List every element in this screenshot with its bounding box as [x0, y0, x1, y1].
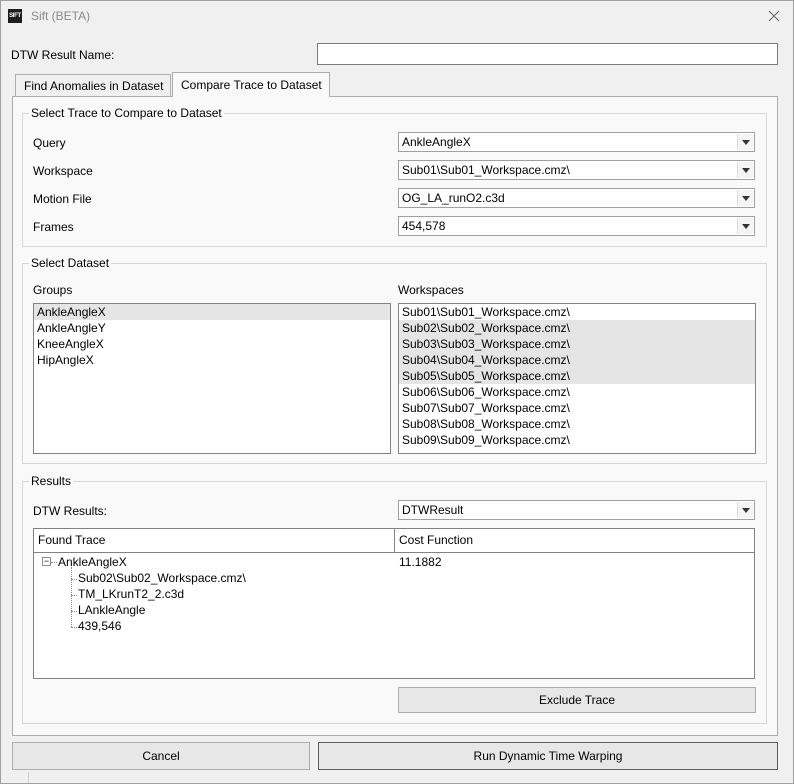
tree-connector — [71, 627, 77, 628]
tree-connector — [71, 595, 77, 596]
chevron-down-icon — [737, 134, 753, 150]
list-item[interactable]: Sub01\Sub01_Workspace.cmz\ — [399, 304, 755, 320]
tab-find-anomalies[interactable]: Find Anomalies in Dataset — [15, 74, 171, 96]
workspaces-listbox[interactable]: Sub01\Sub01_Workspace.cmz\ Sub02\Sub02_W… — [398, 303, 756, 454]
query-dropdown[interactable]: AnkleAngleX — [398, 132, 755, 152]
result-name-label: DTW Result Name: — [11, 48, 115, 62]
workspaces-label: Workspaces — [398, 283, 464, 297]
chevron-down-icon — [737, 218, 753, 234]
tree-child[interactable]: Sub02\Sub02_Workspace.cmz\ — [78, 570, 246, 586]
tree-child[interactable]: 439,546 — [78, 618, 121, 634]
close-icon — [768, 10, 780, 22]
collapse-icon[interactable]: − — [42, 557, 51, 566]
list-item[interactable]: Sub09\Sub09_Workspace.cmz\ — [399, 432, 755, 448]
tree-connector — [51, 562, 57, 563]
app-logo-icon: SIFT — [8, 9, 22, 23]
cancel-button[interactable]: Cancel — [12, 742, 310, 770]
frames-value: 454,578 — [402, 219, 446, 233]
groups-listbox[interactable]: AnkleAngleX AnkleAngleY KneeAngleX HipAn… — [33, 303, 391, 454]
dtw-results-value: DTWResult — [402, 503, 464, 517]
workspace-value: Sub01\Sub01_Workspace.cmz\ — [402, 163, 570, 177]
tab-compare-trace[interactable]: Compare Trace to Dataset — [172, 72, 330, 97]
motion-file-dropdown[interactable]: OG_LA_runO2.c3d — [398, 188, 755, 208]
close-button[interactable] — [762, 6, 786, 26]
chevron-down-icon — [737, 190, 753, 206]
list-item[interactable]: Sub08\Sub08_Workspace.cmz\ — [399, 416, 755, 432]
tree-connector — [71, 611, 77, 612]
list-item[interactable]: KneeAngleX — [34, 336, 390, 352]
select-trace-title: Select Trace to Compare to Dataset — [29, 106, 224, 120]
list-item[interactable]: Sub06\Sub06_Workspace.cmz\ — [399, 384, 755, 400]
workspace-label: Workspace — [33, 164, 93, 178]
dtw-results-label: DTW Results: — [33, 504, 108, 518]
list-item[interactable]: HipAngleX — [34, 352, 390, 368]
query-label: Query — [33, 136, 66, 150]
list-item[interactable]: Sub05\Sub05_Workspace.cmz\ — [399, 368, 755, 384]
list-item[interactable]: Sub07\Sub07_Workspace.cmz\ — [399, 400, 755, 416]
tree-child[interactable]: TM_LKrunT2_2.c3d — [78, 586, 184, 602]
list-item[interactable]: Sub02\Sub02_Workspace.cmz\ — [399, 320, 755, 336]
tree-root-label[interactable]: AnkleAngleX — [58, 554, 127, 570]
chevron-down-icon — [737, 502, 753, 518]
column-header-cost-function[interactable]: Cost Function — [395, 529, 754, 553]
list-item[interactable]: Sub03\Sub03_Workspace.cmz\ — [399, 336, 755, 352]
exclude-trace-button[interactable]: Exclude Trace — [398, 687, 756, 713]
frames-dropdown[interactable]: 454,578 — [398, 216, 755, 236]
column-header-found-trace[interactable]: Found Trace — [34, 529, 395, 553]
select-dataset-title: Select Dataset — [29, 256, 112, 270]
motion-file-value: OG_LA_runO2.c3d — [402, 191, 505, 205]
dtw-results-dropdown[interactable]: DTWResult — [398, 500, 755, 520]
tree-connector — [71, 579, 77, 580]
list-item[interactable]: AnkleAngleY — [34, 320, 390, 336]
list-item[interactable]: Sub04\Sub04_Workspace.cmz\ — [399, 352, 755, 368]
window-title: Sift (BETA) — [31, 9, 91, 23]
frames-label: Frames — [33, 220, 74, 234]
resize-grip — [28, 772, 29, 783]
results-title: Results — [29, 474, 74, 488]
workspace-dropdown[interactable]: Sub01\Sub01_Workspace.cmz\ — [398, 160, 755, 180]
groups-label: Groups — [33, 283, 73, 297]
list-item[interactable]: AnkleAngleX — [34, 304, 390, 320]
title-bar — [1, 1, 793, 32]
found-trace-tree[interactable]: Found Trace Cost Function − AnkleAngleX … — [33, 528, 755, 679]
motion-file-label: Motion File — [33, 192, 92, 206]
tree-connector — [71, 567, 72, 627]
run-dtw-button[interactable]: Run Dynamic Time Warping — [318, 742, 778, 770]
tree-child[interactable]: LAnkleAngle — [78, 602, 145, 618]
chevron-down-icon — [737, 162, 753, 178]
query-value: AnkleAngleX — [402, 135, 471, 149]
result-name-input[interactable] — [317, 43, 778, 65]
tree-root-cost: 11.1882 — [399, 555, 442, 569]
